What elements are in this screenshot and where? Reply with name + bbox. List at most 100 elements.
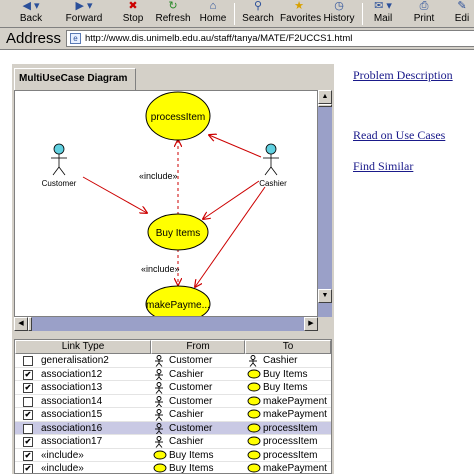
table-row[interactable]: ✔ «include» Buy Items processItem xyxy=(15,449,331,463)
row-checkbox[interactable] xyxy=(23,423,33,434)
toolbar-separator xyxy=(234,3,235,25)
horizontal-scrollbar[interactable]: ◀ ▶ xyxy=(14,317,318,331)
to-cell: processItem xyxy=(263,449,318,461)
usecase-label: Buy Items xyxy=(156,228,200,239)
actor-icon xyxy=(153,408,167,422)
table-row[interactable]: association14 Customer makePayment xyxy=(15,395,331,409)
search-button[interactable]: ⚲ Search xyxy=(240,0,276,28)
link-type-cell: association14 xyxy=(41,395,103,407)
include-label: «include» xyxy=(139,171,178,181)
actor-figure[interactable] xyxy=(263,143,279,176)
forward-button[interactable]: ▶ ▾ Forward xyxy=(62,0,106,28)
mail-icon: ✉ ▾ xyxy=(374,0,392,12)
association-cashier-processitem xyxy=(209,135,262,158)
usecase-icon xyxy=(247,462,261,473)
home-button[interactable]: ⌂ Home xyxy=(198,0,228,28)
usecase-diagram: processItem Buy Items makePayme... «incl… xyxy=(42,91,287,316)
scroll-thumb[interactable] xyxy=(318,104,332,107)
toolbar-separator xyxy=(362,3,363,25)
usecase-label: processItem xyxy=(151,112,205,123)
stop-button[interactable]: ✖ Stop xyxy=(118,0,148,28)
table-row[interactable]: ✔ association13 Customer Buy Items xyxy=(15,381,331,395)
usecase-icon xyxy=(247,381,261,395)
row-checkbox[interactable]: ✔ xyxy=(23,369,33,380)
actor-figure[interactable] xyxy=(51,143,67,176)
actor-icon xyxy=(153,381,167,395)
history-button[interactable]: ◷ History xyxy=(322,0,356,28)
to-cell: Buy Items xyxy=(263,382,308,393)
favorites-button[interactable]: ★ Favorites xyxy=(280,0,321,28)
address-label: Address xyxy=(6,30,62,47)
print-button[interactable]: ⎙ Print xyxy=(410,0,438,28)
usecase-icon xyxy=(247,422,261,436)
scroll-thumb[interactable] xyxy=(28,317,32,331)
from-cell: Cashier xyxy=(169,436,204,447)
table-row[interactable]: association16 Customer processItem xyxy=(15,421,331,436)
link-type-cell: generalisation2 xyxy=(41,355,109,366)
from-cell: Customer xyxy=(169,382,213,393)
from-cell: Customer xyxy=(169,395,213,407)
row-checkbox[interactable]: ✔ xyxy=(23,410,33,420)
edit-button[interactable]: ✎ Edi xyxy=(450,0,474,28)
association-cashier-buyitems xyxy=(203,180,260,219)
actor-icon xyxy=(247,354,261,368)
problem-description-link[interactable]: Problem Description xyxy=(353,68,453,83)
from-cell: Buy Items xyxy=(169,449,214,461)
link-type-cell: association15 xyxy=(41,409,103,420)
back-button[interactable]: ◀ ▾ Back xyxy=(6,0,56,28)
link-type-cell: association13 xyxy=(41,382,103,393)
to-cell: Cashier xyxy=(263,355,298,366)
row-checkbox[interactable]: ✔ xyxy=(23,464,33,473)
column-header[interactable]: To xyxy=(245,340,331,354)
actor-icon xyxy=(153,435,167,449)
address-input[interactable]: e http://www.dis.unimelb.edu.au/staff/ta… xyxy=(66,30,474,47)
from-cell: Customer xyxy=(169,355,213,366)
row-checkbox[interactable]: ✔ xyxy=(23,437,33,447)
home-icon: ⌂ xyxy=(209,0,217,12)
scroll-down-icon[interactable]: ▼ xyxy=(318,289,332,303)
link-type-cell: association17 xyxy=(41,436,103,447)
include-label: «include» xyxy=(141,264,180,274)
scroll-right-icon[interactable]: ▶ xyxy=(304,317,318,331)
column-header[interactable]: From xyxy=(151,340,245,354)
page-icon: e xyxy=(70,33,81,44)
forward-arrow-icon: ▶ ▾ xyxy=(75,0,93,12)
address-bar: Address e http://www.dis.unimelb.edu.au/… xyxy=(0,28,474,50)
table-row[interactable]: ✔ association12 Cashier Buy Items xyxy=(15,368,331,382)
usecase-icon xyxy=(247,408,261,422)
column-header[interactable]: Link Type xyxy=(15,340,151,354)
row-checkbox[interactable] xyxy=(23,396,33,407)
link-type-cell: «include» xyxy=(41,463,84,474)
browser-toolbar: ◀ ▾ Back ▶ ▾ Forward ✖ Stop ↻ Refresh ⌂ … xyxy=(0,0,474,28)
scroll-up-icon[interactable]: ▲ xyxy=(318,90,332,104)
row-checkbox[interactable]: ✔ xyxy=(23,450,33,461)
mail-button[interactable]: ✉ ▾ Mail xyxy=(368,0,398,28)
to-cell: processItem xyxy=(263,436,318,447)
read-use-cases-link[interactable]: Read on Use Cases xyxy=(353,128,445,143)
table-row[interactable]: ✔ association17 Cashier processItem xyxy=(15,435,331,449)
diagram-canvas[interactable]: processItem Buy Items makePayme... «incl… xyxy=(14,90,318,317)
find-similar-link[interactable]: Find Similar xyxy=(353,159,413,174)
table-row[interactable]: generalisation2 Customer Cashier xyxy=(15,354,331,368)
actor-icon xyxy=(153,395,167,409)
vertical-scrollbar[interactable]: ▲ ▼ xyxy=(318,90,332,317)
from-cell: Cashier xyxy=(169,368,204,380)
to-cell: makePayment xyxy=(263,395,327,407)
usecase-icon xyxy=(247,449,261,463)
address-url: http://www.dis.unimelb.edu.au/staff/tany… xyxy=(85,33,353,44)
scroll-left-icon[interactable]: ◀ xyxy=(14,317,28,331)
refresh-button[interactable]: ↻ Refresh xyxy=(154,0,192,28)
link-type-cell: association12 xyxy=(41,368,103,380)
association-customer-buyitems xyxy=(82,176,147,213)
links-table[interactable]: Link Type From To generalisation2 Custome… xyxy=(14,339,332,474)
tab-diagram[interactable]: MultiUseCase Diagram 1 xyxy=(14,68,136,104)
from-cell: Buy Items xyxy=(169,463,214,474)
row-checkbox[interactable]: ✔ xyxy=(23,383,33,393)
row-checkbox[interactable] xyxy=(23,356,33,366)
usecase-icon xyxy=(247,368,261,382)
table-row[interactable]: ✔ «include» Buy Items makePayment xyxy=(15,462,331,474)
table-row[interactable]: ✔ association15 Cashier makePayment xyxy=(15,408,331,422)
to-cell: processItem xyxy=(263,422,318,434)
stop-icon: ✖ xyxy=(128,0,138,12)
from-cell: Cashier xyxy=(169,409,204,420)
